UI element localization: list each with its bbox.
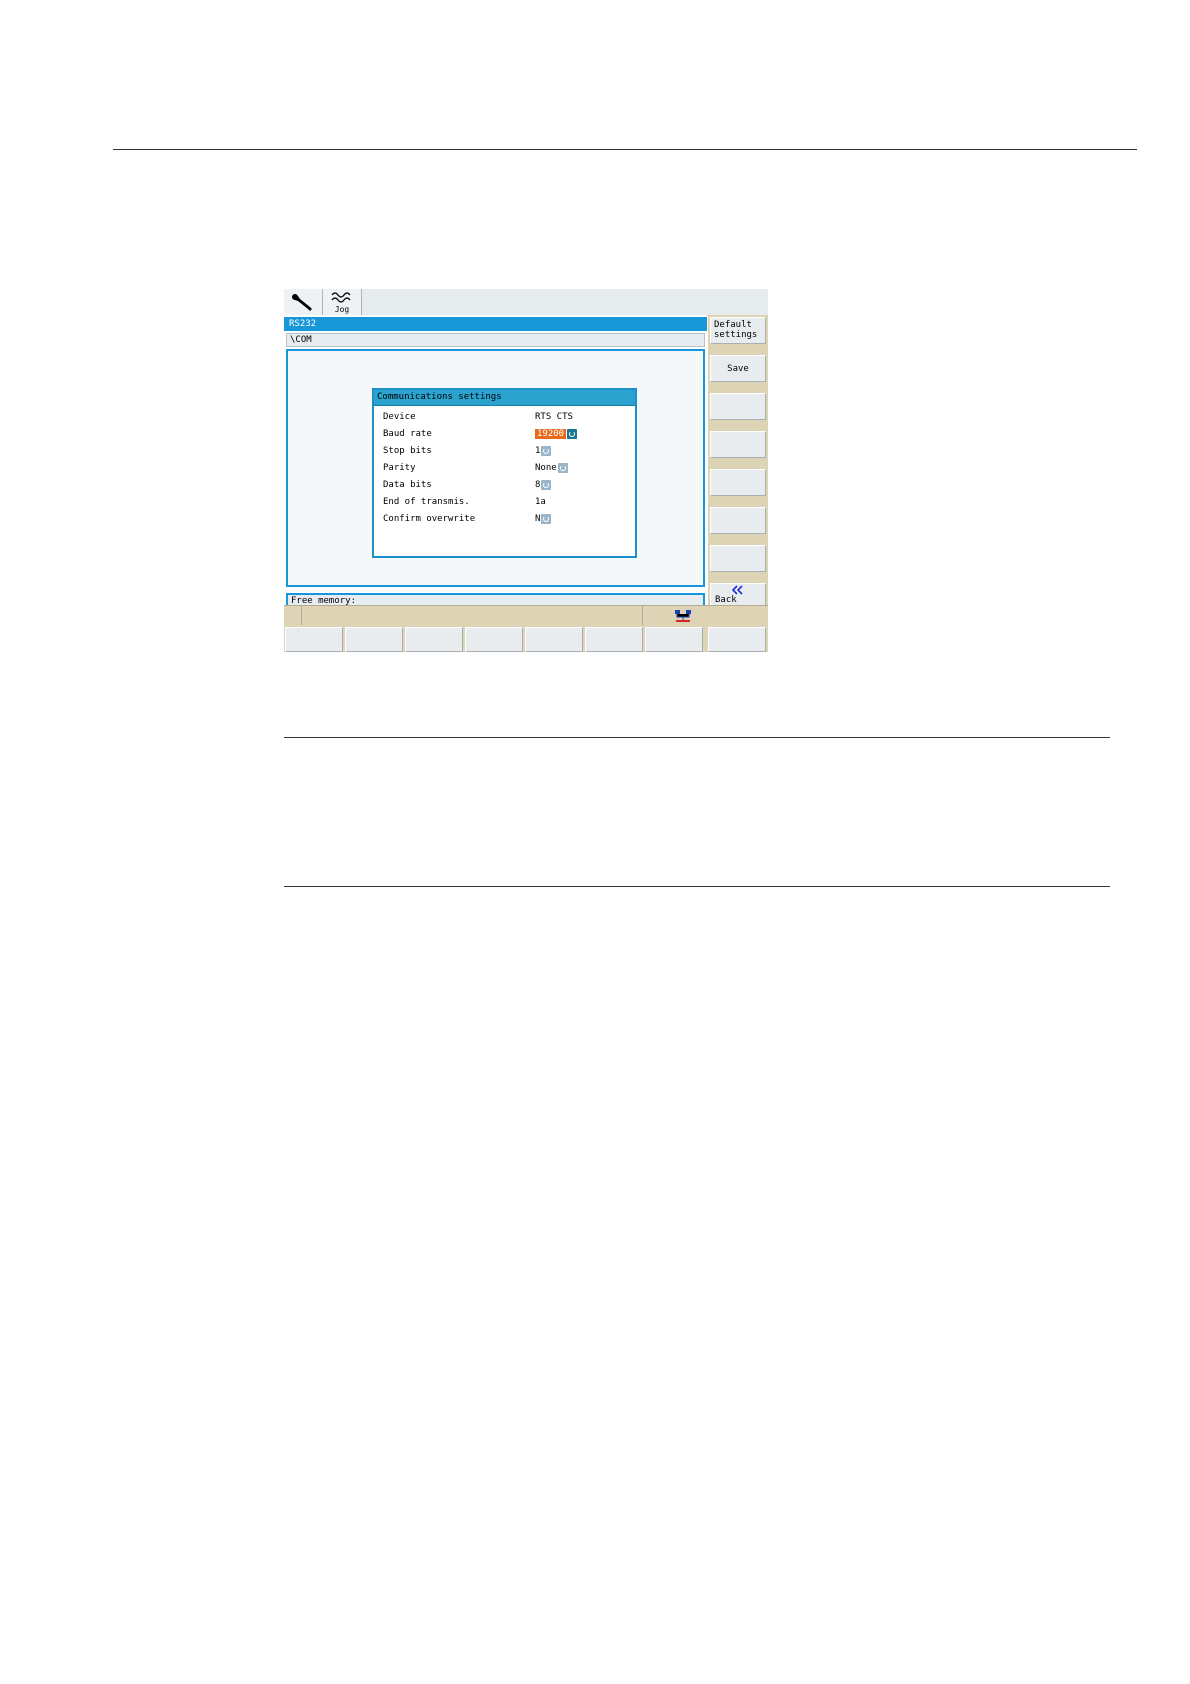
content-area: Communications settings Device RTS CTS B…: [286, 349, 705, 587]
divider: [642, 606, 643, 626]
parity-field[interactable]: None: [535, 462, 568, 474]
data-bits-value: 8: [535, 480, 541, 490]
stop-bits-value: 1: [535, 446, 541, 456]
network-icon: [675, 610, 691, 622]
softkey-label: Back: [715, 595, 737, 605]
softkey-label: Save: [727, 364, 749, 374]
default-settings-softkey[interactable]: Default settings: [710, 317, 766, 344]
end-of-transmission-field[interactable]: 1a: [535, 496, 546, 508]
horizontal-softkey-bar: [284, 625, 768, 652]
setting-label: Stop bits: [383, 446, 432, 456]
device-value: RTS CTS: [535, 412, 573, 422]
empty-softkey[interactable]: [710, 393, 766, 420]
horizontal-softkey[interactable]: [708, 627, 766, 652]
empty-softkey[interactable]: [710, 431, 766, 458]
spin-icon[interactable]: [557, 462, 568, 473]
save-softkey[interactable]: Save: [710, 355, 766, 382]
spin-icon[interactable]: [541, 445, 552, 456]
window-title: RS232: [284, 317, 707, 331]
confirm-overwrite-field[interactable]: N: [535, 513, 552, 525]
setting-row-confirm-overwrite: Confirm overwrite N: [383, 511, 623, 527]
setting-row-data-bits: Data bits 8: [383, 477, 623, 493]
wrench-icon: [292, 294, 312, 311]
horizontal-softkey[interactable]: [465, 627, 523, 652]
spin-icon[interactable]: [567, 428, 578, 439]
setting-label: Parity: [383, 463, 416, 473]
spin-icon[interactable]: [541, 513, 552, 524]
setting-row-parity: Parity None: [383, 460, 623, 476]
setting-row-end-of-transmission: End of transmis. 1a: [383, 494, 623, 510]
jog-mode-button[interactable]: Jog: [323, 289, 362, 315]
data-bits-field[interactable]: 8: [535, 479, 552, 491]
jog-icon: [331, 292, 351, 303]
baud-rate-value: 19200: [535, 429, 567, 439]
horizontal-softkey[interactable]: [405, 627, 463, 652]
hmi-screenshot: Jog RS232 \COM Communications settings D…: [284, 289, 768, 652]
note-rule-bottom: [284, 886, 1110, 887]
spin-icon[interactable]: [541, 479, 552, 490]
top-toolbar: Jog: [284, 289, 768, 316]
setting-row-baud-rate: Baud rate 19200: [383, 426, 623, 442]
path-field: \COM: [286, 333, 705, 347]
baud-rate-field[interactable]: 19200: [535, 428, 578, 440]
setting-label: End of transmis.: [383, 497, 470, 507]
dialog-title: Communications settings: [374, 390, 635, 406]
setting-label: Data bits: [383, 480, 432, 490]
divider: [301, 606, 302, 626]
setting-row-stop-bits: Stop bits 1: [383, 443, 623, 459]
note-rule-top: [284, 737, 1110, 738]
empty-softkey[interactable]: [710, 469, 766, 496]
softkey-label: Default settings: [714, 320, 758, 340]
horizontal-softkey[interactable]: [525, 627, 583, 652]
communications-dialog: Communications settings Device RTS CTS B…: [372, 388, 637, 558]
horizontal-softkey[interactable]: [645, 627, 703, 652]
setting-label: Device: [383, 412, 416, 422]
main-panel: RS232 \COM Communications settings Devic…: [284, 315, 707, 609]
setting-label: Baud rate: [383, 429, 432, 439]
jog-label: Jog: [334, 305, 350, 314]
parity-value: None: [535, 463, 557, 473]
back-softkey[interactable]: Back: [710, 583, 766, 607]
horizontal-softkey[interactable]: [285, 627, 343, 652]
header-rule: [113, 149, 1137, 150]
horizontal-softkey[interactable]: [345, 627, 403, 652]
wrench-button[interactable]: [284, 289, 323, 315]
empty-softkey[interactable]: [710, 545, 766, 572]
setting-row-device: Device RTS CTS: [383, 409, 623, 425]
setting-label: Confirm overwrite: [383, 514, 476, 524]
horizontal-softkey[interactable]: [585, 627, 643, 652]
double-chevron-left-icon: [731, 585, 743, 595]
confirm-overwrite-value: N: [535, 514, 541, 524]
stop-bits-field[interactable]: 1: [535, 445, 552, 457]
vertical-softkey-bar: Default settings Save Back: [708, 315, 768, 607]
status-strip: [284, 605, 768, 626]
empty-softkey[interactable]: [710, 507, 766, 534]
